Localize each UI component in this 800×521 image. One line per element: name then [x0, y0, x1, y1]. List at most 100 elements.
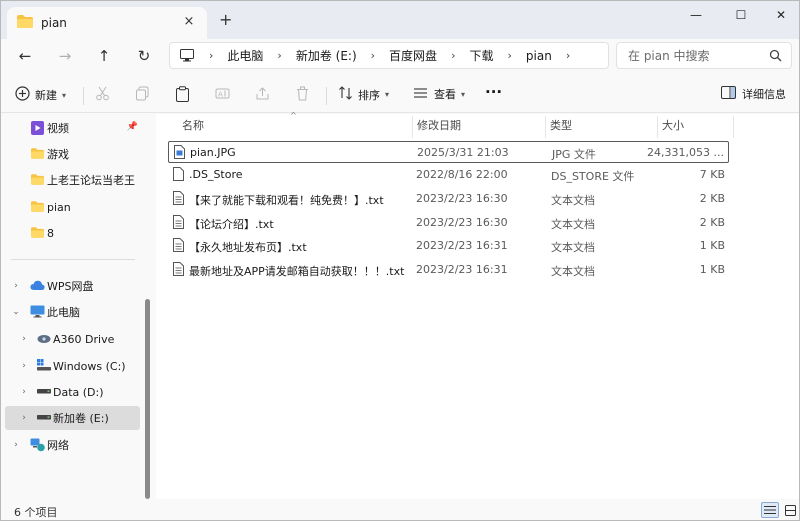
folder-icon [31, 227, 44, 238]
sidebar-item-pian[interactable]: pian [5, 195, 140, 219]
file-row[interactable]: 【永久地址发布页】.txt 2023/2/23 16:31 文本文档 1 KB [168, 235, 729, 257]
column-header-size[interactable]: 大小 [662, 114, 684, 138]
sidebar-item-8[interactable]: 8 [5, 221, 140, 245]
folder-icon [17, 15, 33, 31]
column-divider[interactable] [412, 116, 413, 138]
new-tab-button[interactable]: + [219, 10, 232, 29]
details-pane-icon [721, 86, 736, 102]
share-button[interactable] [255, 86, 270, 104]
address-bar[interactable]: › 此电脑 › 新加卷 (E:) › 百度网盘 › 下载 › pian › [169, 42, 609, 69]
forward-button[interactable]: → [52, 45, 78, 67]
search-box[interactable]: 在 pian 中搜索 [616, 42, 792, 69]
column-header-date[interactable]: 修改日期 [417, 114, 461, 138]
file-row[interactable]: pian.JPG 2025/3/31 21:03 JPG 文件 24,331,0… [168, 141, 729, 163]
new-button[interactable]: 新建 ▾ [15, 86, 66, 104]
sidebar-item-label: pian [47, 200, 71, 214]
tab-close-icon[interactable]: × [181, 14, 197, 29]
column-divider[interactable] [657, 116, 658, 138]
toolbar-divider [83, 87, 84, 105]
file-type: 文本文档 [551, 241, 595, 254]
copy-button[interactable] [135, 86, 150, 104]
sidebar-item-label: 8 [47, 226, 54, 240]
chevron-right-icon[interactable]: › [19, 361, 29, 371]
chevron-right-icon[interactable]: › [566, 49, 570, 62]
more-options-button[interactable]: ··· [485, 83, 502, 101]
cloud-icon [30, 280, 45, 291]
sidebar-item-games[interactable]: 游戏 [5, 142, 140, 166]
breadcrumb-drive-e[interactable]: 新加卷 (E:) [296, 47, 357, 64]
chevron-right-icon[interactable]: › [11, 281, 21, 291]
file-size: 1 KB [699, 239, 725, 252]
text-file-icon [173, 191, 184, 208]
sidebar-item-laowang[interactable]: 上老王论坛当老王 [5, 168, 140, 192]
chevron-right-icon[interactable]: › [19, 413, 29, 423]
chevron-right-icon[interactable]: › [451, 49, 455, 62]
navigation-bar: ← → ↑ ↻ › 此电脑 › 新加卷 (E:) › 百度网盘 › 下载 › p… [1, 39, 799, 73]
chevron-right-icon[interactable]: › [11, 440, 21, 450]
search-icon[interactable] [769, 49, 782, 65]
sidebar-item-drive-e[interactable]: › 新加卷 (E:) [5, 406, 140, 430]
file-date: 2023/2/23 16:30 [416, 192, 508, 205]
cut-button[interactable] [95, 86, 110, 104]
file-row[interactable]: 【来了就能下载和观看！纯免费！】.txt 2023/2/23 16:30 文本文… [168, 188, 729, 210]
view-button[interactable]: 查看 ▾ [413, 86, 465, 102]
column-divider[interactable] [733, 116, 734, 138]
chevron-right-icon[interactable]: › [507, 49, 511, 62]
sidebar-item-windows-c[interactable]: › Windows (C:) [5, 354, 140, 378]
share-icon [255, 86, 270, 104]
breadcrumb-baidu[interactable]: 百度网盘 [389, 47, 437, 64]
chevron-right-icon[interactable]: › [277, 49, 281, 62]
file-size: 7 KB [699, 168, 725, 181]
navigation-pane: 视频 📌 游戏 上老王论坛当老王 pian 8 › WPS网盘 ⌄ 此电脑 › … [1, 114, 153, 499]
tab-pian[interactable]: pian × [7, 7, 207, 39]
chevron-right-icon[interactable]: › [19, 387, 29, 397]
paste-button[interactable] [175, 86, 190, 105]
close-window-button[interactable]: ✕ [766, 5, 796, 25]
sidebar-item-label: Data (D:) [53, 385, 104, 399]
sidebar-item-this-pc[interactable]: ⌄ 此电脑 [5, 300, 140, 324]
title-bar: pian × + — ☐ ✕ [1, 1, 799, 39]
back-button[interactable]: ← [12, 45, 38, 67]
maximize-button[interactable]: ☐ [726, 5, 756, 25]
refresh-button[interactable]: ↻ [131, 45, 157, 67]
sidebar-item-a360-drive[interactable]: › A360 Drive [5, 327, 140, 351]
tiles-view-button[interactable] [781, 502, 799, 518]
sort-button[interactable]: 排序 ▾ [338, 86, 389, 103]
pin-icon[interactable]: 📌 [127, 122, 138, 132]
details-pane-button[interactable]: 详细信息 [721, 86, 786, 102]
command-bar: 新建 ▾ A 排序 ▾ 查看 ▾ ··· 详细信息 [1, 77, 799, 113]
pc-icon [179, 49, 195, 62]
up-button[interactable]: ↑ [91, 45, 117, 67]
minimize-button[interactable]: — [681, 5, 711, 25]
details-view-button[interactable] [761, 502, 779, 518]
sidebar-item-label: 此电脑 [47, 306, 80, 319]
file-row[interactable]: 【论坛介绍】.txt 2023/2/23 16:30 文本文档 2 KB [168, 212, 729, 234]
sidebar-item-network[interactable]: › 网络 [5, 433, 140, 457]
file-date: 2023/2/23 16:30 [416, 216, 508, 229]
sidebar-item-data-d[interactable]: › Data (D:) [5, 380, 140, 404]
column-divider[interactable] [545, 116, 546, 138]
breadcrumb-download[interactable]: 下载 [469, 47, 493, 64]
file-name: pian.JPG [190, 146, 236, 159]
delete-button[interactable] [295, 86, 310, 104]
sort-icon [338, 86, 353, 103]
file-row[interactable]: .DS_Store 2022/8/16 22:00 DS_STORE 文件 7 … [168, 164, 729, 186]
breadcrumb-this-pc[interactable]: 此电脑 [227, 47, 263, 64]
chevron-right-icon[interactable]: › [371, 49, 375, 62]
chevron-down-icon: ▾ [461, 89, 466, 99]
breadcrumb-pian[interactable]: pian [526, 49, 552, 63]
chevron-down-icon[interactable]: ⌄ [11, 307, 21, 317]
column-header-type[interactable]: 类型 [550, 114, 572, 138]
sidebar-item-videos[interactable]: 视频 📌 [5, 116, 140, 140]
chevron-right-icon[interactable]: › [19, 334, 29, 344]
status-bar: 6 个项目 [1, 499, 799, 520]
column-header-name[interactable]: 名称 [182, 114, 204, 138]
plus-circle-icon [15, 86, 30, 104]
file-size: 2 KB [699, 216, 725, 229]
sidebar-scrollbar[interactable] [145, 299, 150, 499]
search-input[interactable]: 在 pian 中搜索 [628, 47, 710, 64]
file-row[interactable]: 最新地址及APP请发邮箱自动获取！！！.txt 2023/2/23 16:31 … [168, 259, 729, 281]
file-type: 文本文档 [551, 194, 595, 207]
rename-button[interactable]: A [215, 86, 230, 104]
sidebar-item-wps-drive[interactable]: › WPS网盘 [5, 274, 140, 298]
